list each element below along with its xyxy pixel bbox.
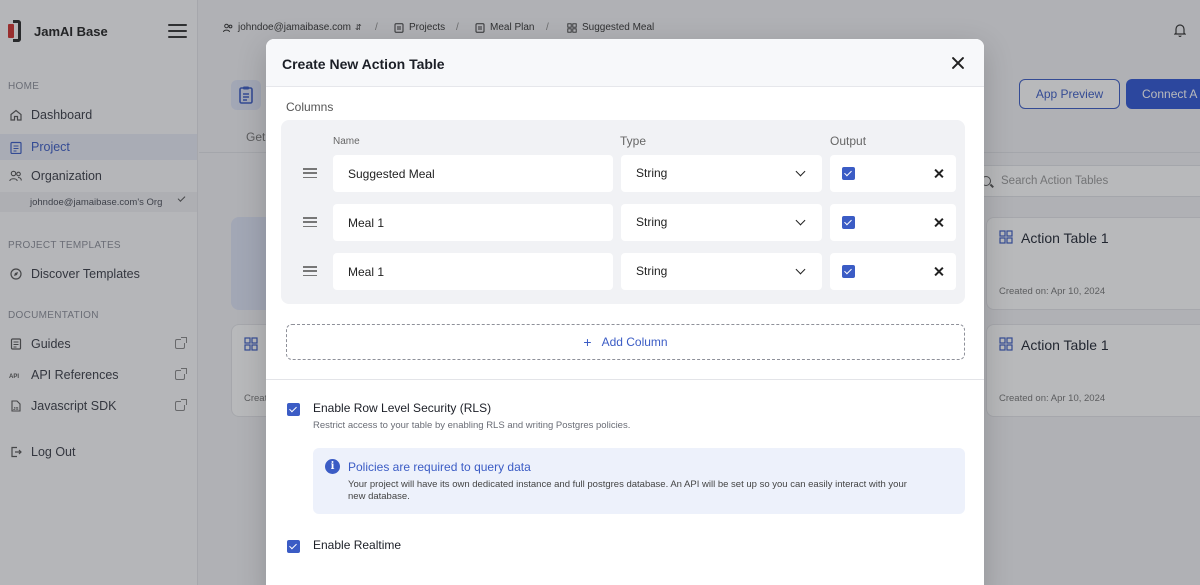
columns-label: Columns [286, 100, 334, 114]
column-name-input[interactable] [333, 155, 613, 192]
column-type-select[interactable]: String [621, 253, 822, 290]
column-name-input[interactable] [333, 204, 613, 241]
callout-body: Your project will have its own dedicated… [348, 479, 907, 502]
info-icon: i [325, 459, 340, 474]
chevron-down-icon [795, 166, 806, 177]
realtime-checkbox[interactable] [287, 540, 300, 553]
column-row: String [281, 253, 965, 291]
close-icon[interactable] [950, 55, 966, 71]
rls-checkbox[interactable] [287, 403, 300, 416]
rls-description: Restrict access to your table by enablin… [313, 420, 631, 431]
column-type-value: String [636, 166, 668, 180]
drag-handle-icon[interactable] [303, 217, 317, 228]
policies-callout: i Policies are required to query data Yo… [313, 448, 965, 514]
column-type-select[interactable]: String [621, 155, 822, 192]
realtime-label: Enable Realtime [313, 538, 402, 552]
create-action-table-dialog: Create New Action Table Columns Name Typ… [266, 39, 984, 585]
column-type-value: String [636, 264, 668, 278]
output-checkbox[interactable] [842, 265, 855, 278]
output-cell [830, 253, 956, 290]
drag-handle-icon[interactable] [303, 266, 317, 277]
column-name-input[interactable] [333, 253, 613, 290]
dialog-header: Create New Action Table [266, 39, 984, 87]
chevron-down-icon [795, 215, 806, 226]
remove-column-icon[interactable] [933, 168, 944, 179]
add-column-button[interactable]: + Add Column [286, 324, 965, 360]
callout-title: Policies are required to query data [348, 460, 531, 474]
drag-handle-icon[interactable] [303, 168, 317, 179]
output-cell [830, 204, 956, 241]
dialog-title: Create New Action Table [282, 56, 445, 72]
column-header-output: Output [830, 134, 867, 148]
output-checkbox[interactable] [842, 167, 855, 180]
output-checkbox[interactable] [842, 216, 855, 229]
column-header-type: Type [620, 134, 647, 148]
remove-column-icon[interactable] [933, 217, 944, 228]
column-type-value: String [636, 215, 668, 229]
columns-editor: Name Type Output String String [281, 120, 965, 304]
rls-label: Enable Row Level Security (RLS) [313, 401, 492, 415]
column-row: String [281, 204, 965, 242]
column-row: String [281, 155, 965, 193]
add-column-label: Add Column [601, 335, 668, 349]
remove-column-icon[interactable] [933, 266, 944, 277]
output-cell [830, 155, 956, 192]
plus-icon: + [583, 334, 592, 350]
column-type-select[interactable]: String [621, 204, 822, 241]
section-divider [266, 379, 984, 380]
chevron-down-icon [795, 264, 806, 275]
column-header-name: Name [333, 136, 360, 147]
